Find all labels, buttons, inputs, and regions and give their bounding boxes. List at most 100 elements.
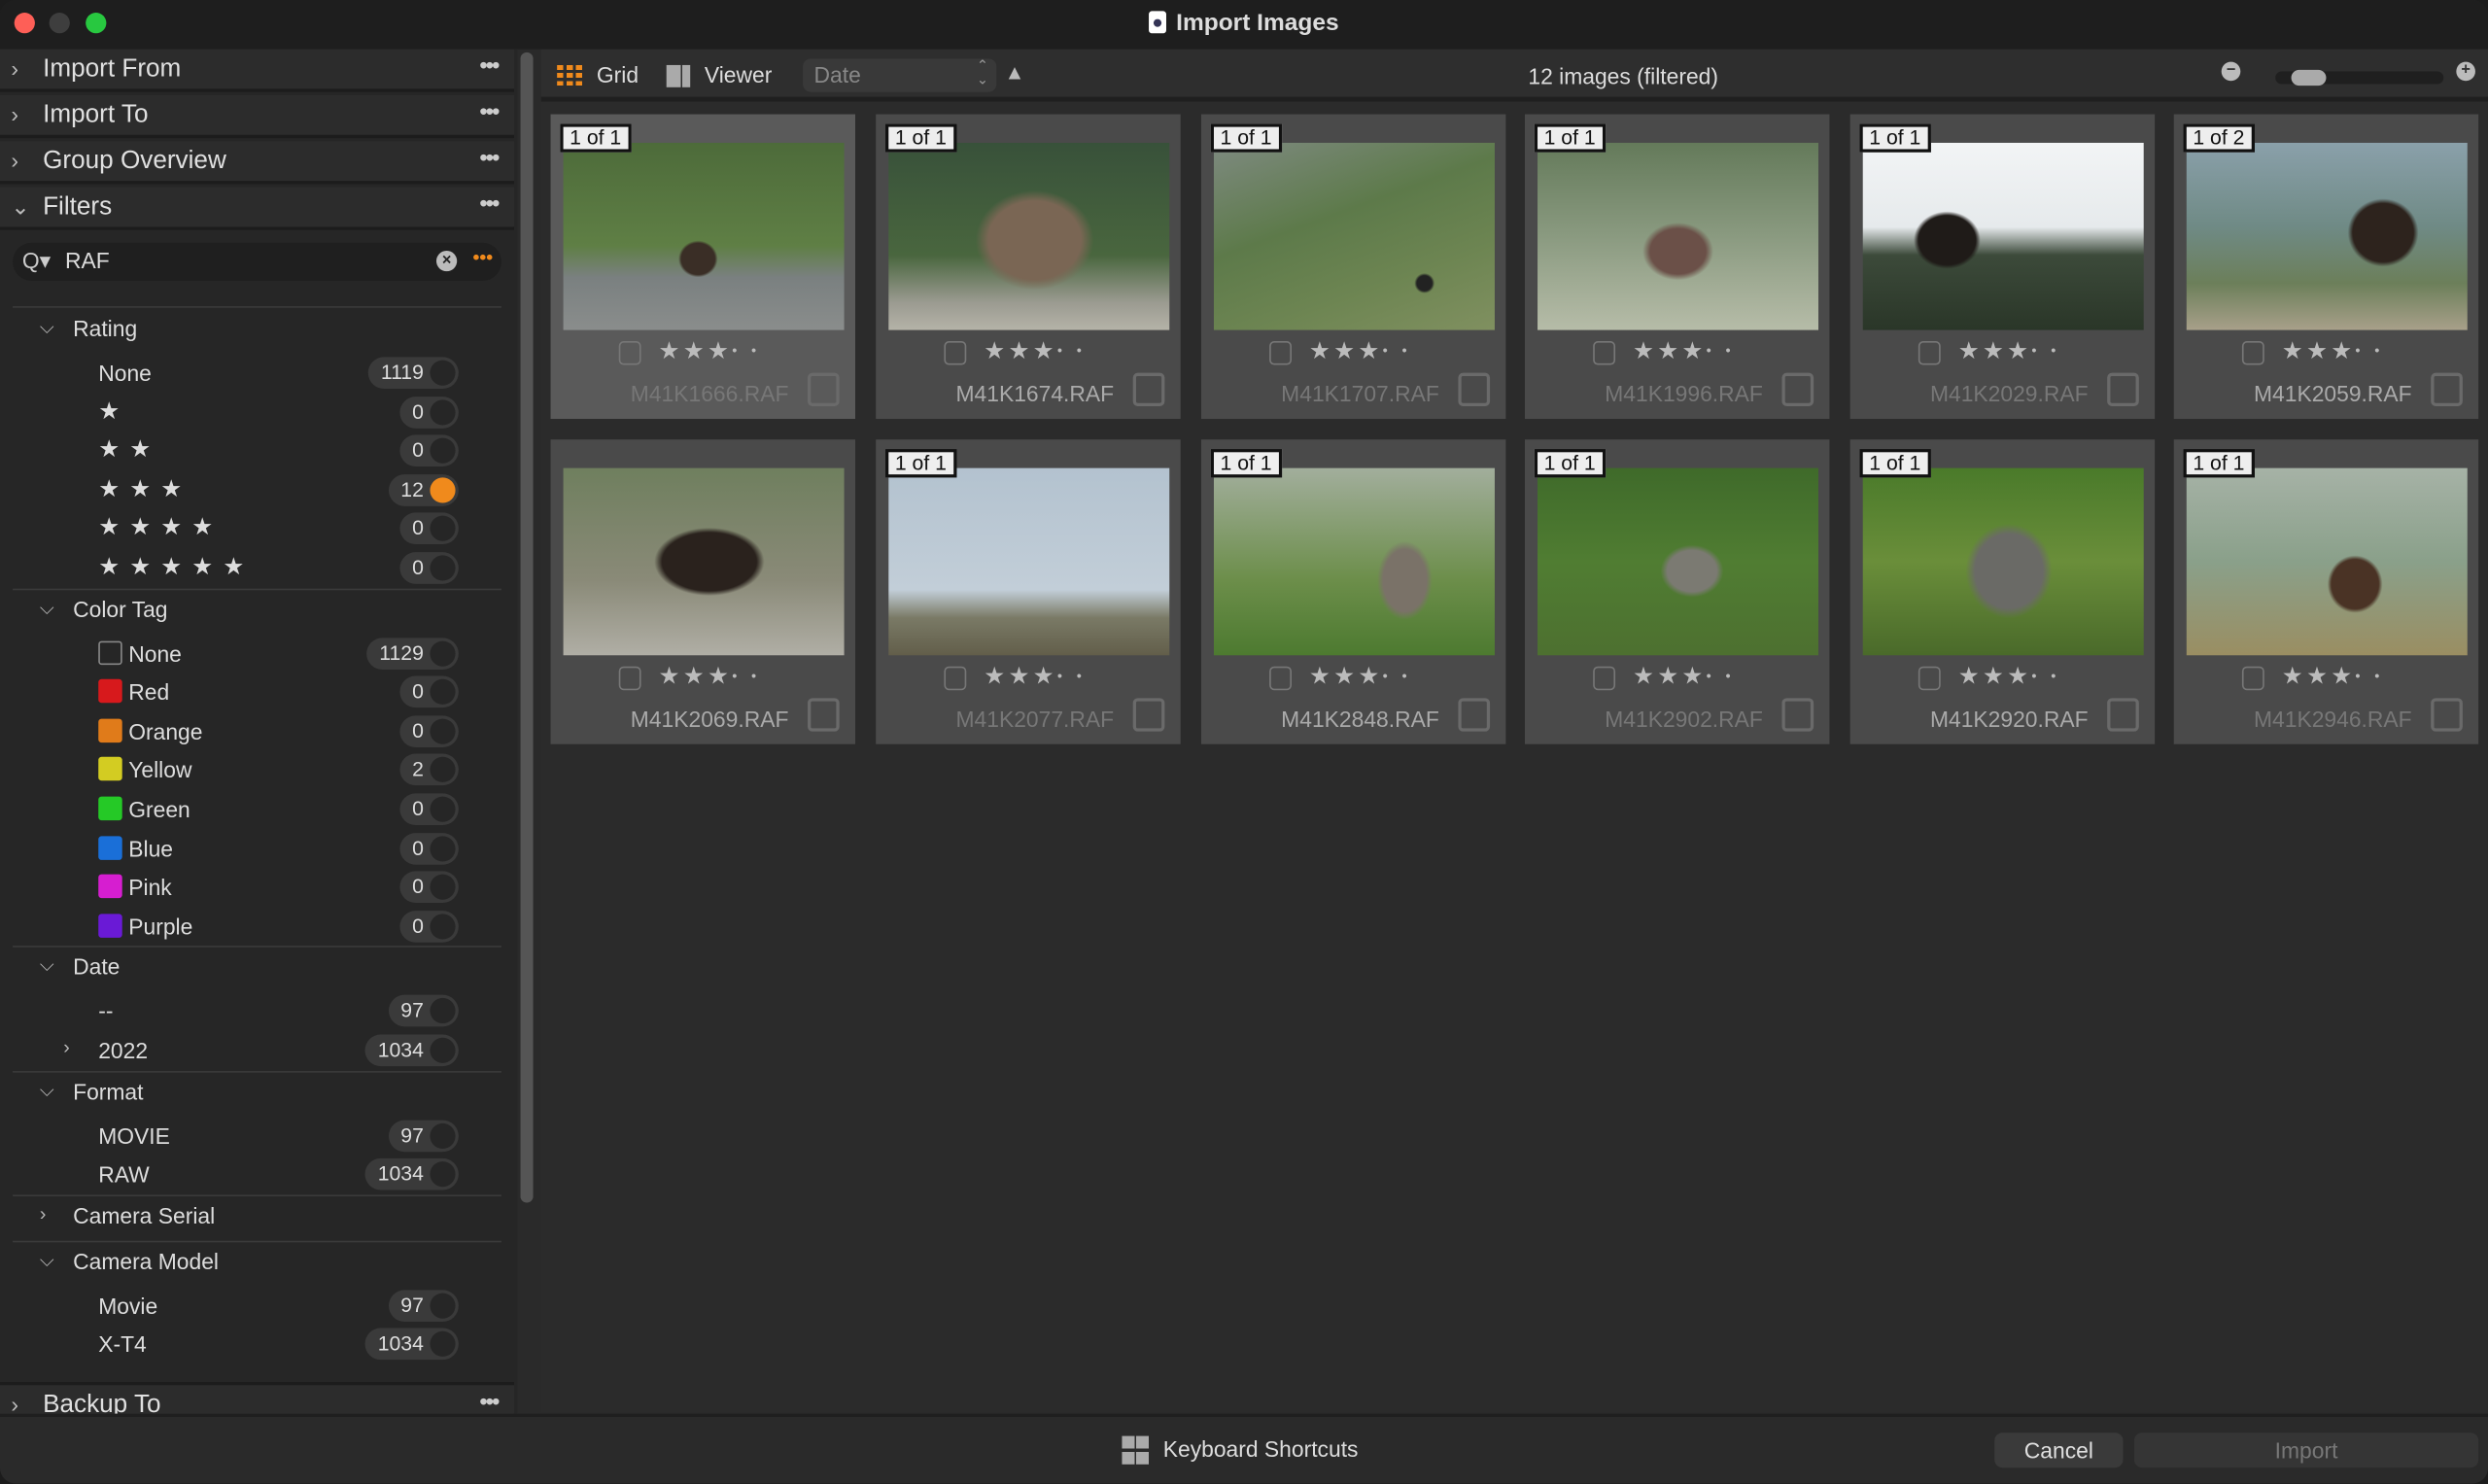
filter-item[interactable]: RAW 1034 <box>0 1156 514 1193</box>
filter-group-camera-model[interactable]: ⌵ Camera Model <box>0 1244 514 1282</box>
toggle-knob[interactable] <box>430 477 456 503</box>
filter-item[interactable]: -- 97 <box>0 992 514 1030</box>
clear-search-icon[interactable]: × <box>435 250 458 272</box>
chevron-down-icon[interactable]: ⌄ <box>11 193 29 221</box>
filter-item[interactable]: Movie 97 <box>0 1287 514 1325</box>
slider-thumb[interactable] <box>2291 69 2327 86</box>
select-checkbox[interactable] <box>2241 341 2264 365</box>
chevron-down-icon[interactable]: ⌵ <box>40 1079 54 1102</box>
import-checkbox[interactable] <box>2107 698 2139 732</box>
rating-stars[interactable]: ★★★•• <box>984 662 1095 690</box>
chevron-down-icon[interactable]: ⌵ <box>40 954 54 978</box>
import-button[interactable]: Import <box>2133 1432 2479 1468</box>
import-checkbox[interactable] <box>1458 372 1491 406</box>
rating-stars[interactable]: ★★★•• <box>1309 662 1421 690</box>
toggle-knob[interactable] <box>430 1122 456 1149</box>
panel-filters[interactable]: ⌄ Filters ••• <box>0 187 514 230</box>
filter-item[interactable]: X-T4 1034 <box>0 1326 514 1363</box>
thumbnail-image[interactable] <box>1862 142 2144 330</box>
toggle-knob[interactable] <box>430 398 456 425</box>
filter-item[interactable]: None 1129 <box>0 634 514 672</box>
toggle-knob[interactable] <box>430 914 456 940</box>
more-options-icon[interactable]: ••• <box>480 145 501 170</box>
sidebar-scrollbar[interactable] <box>520 52 534 1203</box>
import-checkbox[interactable] <box>2431 372 2463 406</box>
more-options-icon[interactable]: ••• <box>480 52 501 78</box>
filter-group-date[interactable]: ⌵ Date <box>0 949 514 987</box>
toggle-knob[interactable] <box>430 1037 456 1063</box>
filter-count-toggle[interactable]: 0 <box>399 512 459 545</box>
thumbnail-image[interactable] <box>888 142 1170 330</box>
select-checkbox[interactable] <box>2241 666 2264 691</box>
filter-group-rating[interactable]: ⌵ Rating <box>0 311 514 349</box>
toggle-knob[interactable] <box>430 998 456 1024</box>
toggle-knob[interactable] <box>430 516 456 542</box>
select-checkbox[interactable] <box>1918 666 1941 691</box>
filter-item[interactable]: Pink 0 <box>0 868 514 906</box>
filter-count-toggle[interactable]: 97 <box>388 1119 459 1152</box>
image-tile[interactable]: 1 of 1 ★★★•• M41K1707.RAF <box>1200 114 1506 420</box>
import-checkbox[interactable] <box>1132 698 1165 732</box>
toggle-knob[interactable] <box>430 796 456 822</box>
filter-item[interactable]: ★ 0 <box>0 393 514 431</box>
filter-item[interactable]: ★ ★ ★ ★ 0 <box>0 510 514 548</box>
filter-item[interactable]: Blue 0 <box>0 829 514 867</box>
select-checkbox[interactable] <box>1593 666 1616 691</box>
filter-group-camera-serial[interactable]: › Camera Serial <box>0 1197 514 1235</box>
image-tile[interactable]: 1 of 1 ★★★•• M41K2029.RAF <box>1849 114 2156 420</box>
toggle-knob[interactable] <box>430 679 456 706</box>
filter-count-toggle[interactable]: 0 <box>399 910 459 943</box>
search-input[interactable] <box>64 247 415 273</box>
select-checkbox[interactable] <box>944 666 967 691</box>
image-tile[interactable]: 1 of 2 ★★★•• M41K2059.RAF <box>2173 114 2479 420</box>
rating-stars[interactable]: ★★★•• <box>2282 662 2394 690</box>
thumbnail-image[interactable] <box>563 467 845 656</box>
filter-item[interactable]: Green 0 <box>0 790 514 828</box>
chevron-down-icon[interactable]: ⌵ <box>40 596 54 619</box>
filter-count-toggle[interactable]: 12 <box>388 473 459 506</box>
filter-group-color-tag[interactable]: ⌵ Color Tag <box>0 591 514 629</box>
select-checkbox[interactable] <box>618 666 641 691</box>
filter-count-toggle[interactable]: 0 <box>399 434 459 467</box>
filter-item[interactable]: Purple 0 <box>0 908 514 946</box>
toggle-knob[interactable] <box>430 874 456 901</box>
rating-stars[interactable]: ★★★•• <box>1958 336 2070 365</box>
toggle-knob[interactable] <box>430 639 456 667</box>
filter-item[interactable]: Orange 0 <box>0 712 514 750</box>
thumbnail-size-slider[interactable] <box>2275 69 2444 86</box>
filter-count-toggle[interactable]: 1034 <box>364 1034 459 1067</box>
zoom-out-icon[interactable]: − <box>2221 61 2241 82</box>
import-checkbox[interactable] <box>1781 372 1814 406</box>
import-checkbox[interactable] <box>1132 372 1165 406</box>
toggle-knob[interactable] <box>430 835 456 861</box>
toggle-knob[interactable] <box>430 437 456 465</box>
cancel-button[interactable]: Cancel <box>1994 1432 2124 1468</box>
thumbnail-image[interactable] <box>1213 142 1495 330</box>
image-tile[interactable]: 1 of 1 ★★★•• M41K1674.RAF <box>876 114 1181 420</box>
rating-stars[interactable]: ★★★•• <box>984 336 1095 365</box>
filter-item[interactable]: ★ ★ ★ ★ ★ 0 <box>0 549 514 587</box>
thumbnail-image[interactable] <box>2186 142 2468 330</box>
rating-stars[interactable]: ★★★•• <box>1633 336 1745 365</box>
image-tile[interactable]: 1 of 1 ★★★•• M41K1666.RAF <box>550 114 855 420</box>
panel-group-overview[interactable]: › Group Overview ••• <box>0 141 514 185</box>
filter-item[interactable]: MOVIE 97 <box>0 1117 514 1155</box>
select-checkbox[interactable] <box>944 341 967 365</box>
import-checkbox[interactable] <box>2431 698 2463 732</box>
rating-stars[interactable]: ★★★•• <box>1309 336 1421 365</box>
select-checkbox[interactable] <box>1269 341 1292 365</box>
toggle-knob[interactable] <box>430 1331 456 1358</box>
toggle-knob[interactable] <box>430 360 456 386</box>
rating-stars[interactable]: ★★★•• <box>1633 662 1745 690</box>
rating-stars[interactable]: ★★★•• <box>1958 662 2070 690</box>
panel-import-from[interactable]: › Import From ••• <box>0 49 514 92</box>
thumbnail-image[interactable] <box>888 467 1170 656</box>
zoom-in-icon[interactable]: + <box>2456 61 2475 82</box>
filter-count-toggle[interactable]: 0 <box>399 832 459 865</box>
chevron-right-icon[interactable]: › <box>11 148 18 173</box>
keyboard-icon[interactable] <box>1122 1435 1150 1465</box>
import-checkbox[interactable] <box>1458 698 1491 732</box>
more-options-icon[interactable]: ••• <box>480 190 501 216</box>
filter-item[interactable]: › 2022 1034 <box>0 1031 514 1069</box>
rating-stars[interactable]: ★★★•• <box>659 662 771 690</box>
